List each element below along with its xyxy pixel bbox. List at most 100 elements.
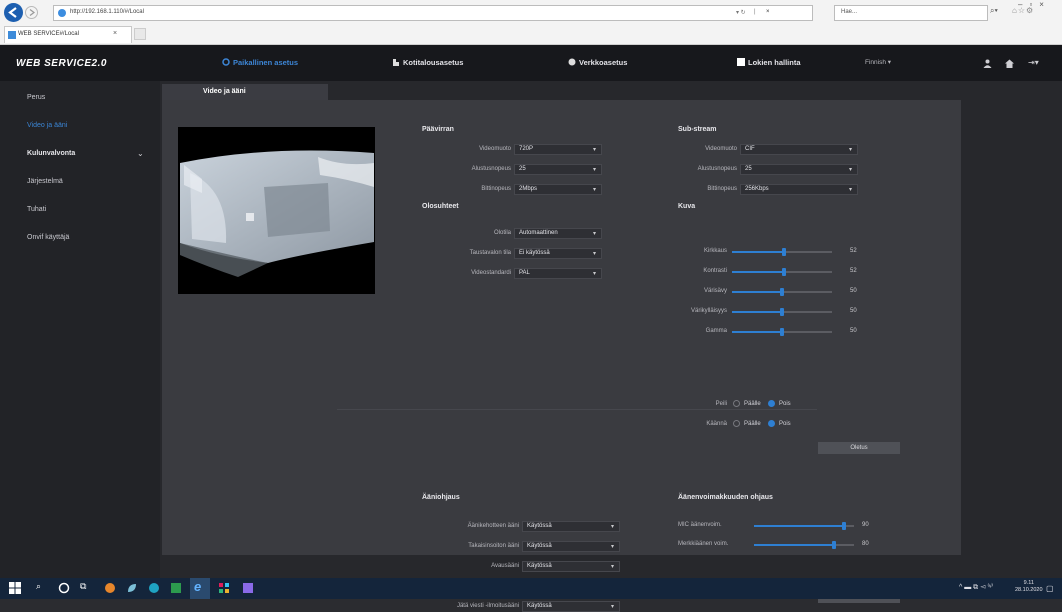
caret-down-icon: ▾ <box>592 271 596 277</box>
audio-setting-select[interactable]: Käytössä ▾ <box>522 521 620 532</box>
volume-slider[interactable] <box>754 522 854 530</box>
user-icon[interactable] <box>983 59 992 68</box>
notifications-icon[interactable]: ▢ <box>1046 584 1054 593</box>
sidebar-item-access-control[interactable]: Kulunvalvonta <box>27 150 75 157</box>
volume-slider-label: Merkkiäänen voim. <box>678 541 729 547</box>
address-bar[interactable]: http://192.168.1.110/#/Local ▾ ↻ | × <box>53 5 813 21</box>
nav-local-settings[interactable]: Paikallinen asetus <box>222 58 298 67</box>
caret-down-icon: ▾ <box>610 604 614 610</box>
main-framerate-select[interactable]: 25 ▾ <box>514 164 602 175</box>
windows-start-icon[interactable] <box>9 582 21 594</box>
caret-down-icon: ▾ <box>592 251 596 257</box>
sub-format-select[interactable]: CIF ▾ <box>740 144 858 155</box>
app-logo: WEB SERVICE2.0 <box>16 58 107 69</box>
sidebar: Perus Video ja ääni Kulunvalvonta ⌄ Järj… <box>0 81 160 578</box>
image-slider[interactable] <box>732 248 832 256</box>
image-slider[interactable] <box>732 308 832 316</box>
search-input[interactable]: Hae... <box>841 9 857 15</box>
slider-handle[interactable] <box>780 288 784 296</box>
main-format-select[interactable]: 720P ▾ <box>514 144 602 155</box>
caret-down-icon: ▾ <box>592 167 596 173</box>
image-default-button[interactable]: Oletus <box>818 442 900 454</box>
sidebar-item-tuhati[interactable]: Tuhati <box>27 206 46 213</box>
cortana-icon[interactable] <box>58 582 70 594</box>
tab-favicon-icon <box>8 31 16 39</box>
slider-handle[interactable] <box>782 268 786 276</box>
volume-slider-value: 80 <box>862 541 869 547</box>
tab-video-audio[interactable]: Video ja ääni <box>162 84 328 100</box>
building-icon <box>393 59 399 66</box>
tab-close-icon[interactable]: × <box>113 30 117 37</box>
sidebar-item-video-audio[interactable]: Video ja ääni <box>27 122 67 129</box>
nav-log-management[interactable]: Lokien hallinta <box>737 58 801 67</box>
search-icon[interactable]: ⌕▾ <box>990 6 998 16</box>
audio-setting-select[interactable]: Käytössä ▾ <box>522 561 620 572</box>
slider-handle[interactable] <box>782 248 786 256</box>
back-button[interactable] <box>4 3 23 22</box>
tray-clock[interactable]: 9.11 28.10.2020 <box>1015 580 1043 594</box>
app-icon-leaf[interactable] <box>126 582 138 594</box>
slider-handle[interactable] <box>780 308 784 316</box>
conditions-title: Olosuhteet <box>422 203 459 210</box>
mode-select[interactable]: Automaattinen ▾ <box>514 228 602 239</box>
audio-setting-select[interactable]: Käytössä ▾ <box>522 601 620 612</box>
sidebar-item-basic[interactable]: Perus <box>27 94 45 101</box>
new-tab-button[interactable] <box>134 28 146 40</box>
mirror-on-radio[interactable] <box>733 400 740 407</box>
sidebar-item-onvif-user[interactable]: Onvif käyttäjä <box>27 234 69 241</box>
task-view-icon[interactable]: ⧉ <box>80 581 86 592</box>
sub-stream-title: Sub-stream <box>678 126 717 133</box>
address-close-icon[interactable]: × <box>766 9 770 15</box>
slider-handle[interactable] <box>832 541 836 549</box>
app-icon-slack[interactable] <box>218 582 230 594</box>
forward-button[interactable] <box>25 6 38 19</box>
video-standard-select[interactable]: PAL ▾ <box>514 268 602 279</box>
mirror-off-radio[interactable] <box>768 400 775 407</box>
image-slider[interactable] <box>732 288 832 296</box>
window-controls[interactable]: –▫× <box>1018 0 1051 9</box>
video-standard-value: PAL <box>519 270 530 276</box>
flip-off-radio[interactable] <box>768 420 775 427</box>
taskbar-active-ie[interactable]: e <box>190 578 210 599</box>
app-icon-teal[interactable] <box>148 582 160 594</box>
home-icon[interactable] <box>1005 59 1014 68</box>
browser-tab[interactable]: WEB SERVICE#/Local × <box>4 26 132 43</box>
ie-page-icon <box>58 9 66 17</box>
main-bitrate-select[interactable]: 2Mbps ▾ <box>514 184 602 195</box>
system-tray-icons[interactable]: ^ ▬ ⧉ ◅ ⁽ᵛ⁾ <box>959 584 993 592</box>
caret-down-icon: ▾ <box>610 544 614 550</box>
image-slider[interactable] <box>732 268 832 276</box>
caret-down-icon: ▾ <box>592 147 596 153</box>
language-select[interactable]: Finnish ▾ <box>865 58 891 66</box>
clock-time: 9.11 <box>1023 580 1034 586</box>
search-icon[interactable]: ⌕ <box>36 581 41 592</box>
sub-bitrate-select[interactable]: 256Kbps ▾ <box>740 184 858 195</box>
nav-home-settings[interactable]: Kotitalousasetus <box>392 58 463 67</box>
backlight-select[interactable]: Ei käytössä ▾ <box>514 248 602 259</box>
language-label: Finnish <box>865 59 886 66</box>
volume-slider[interactable] <box>754 541 854 549</box>
app-icon-green[interactable] <box>170 582 182 594</box>
refresh-icon[interactable]: ▾ ↻ <box>736 9 746 16</box>
caret-down-icon: ▾ <box>848 147 852 153</box>
main-bitrate-value: 2Mbps <box>519 186 538 192</box>
mirror-on-label: Päälle <box>744 401 761 407</box>
chevron-down-icon[interactable]: ⌄ <box>137 149 144 158</box>
audio-setting-select[interactable]: Käytössä ▾ <box>522 541 620 552</box>
slider-handle[interactable] <box>780 328 784 336</box>
logout-icon[interactable]: ⇥▾ <box>1028 58 1039 67</box>
nav-network-settings[interactable]: Verkkoasetus <box>568 58 627 67</box>
image-slider-value: 52 <box>850 268 857 274</box>
gear-icon <box>222 58 230 66</box>
sub-framerate-select[interactable]: 25 ▾ <box>740 164 858 175</box>
log-icon <box>737 58 745 66</box>
search-box[interactable]: Hae... <box>834 5 988 21</box>
main-framerate-value: 25 <box>519 166 526 172</box>
flip-on-radio[interactable] <box>733 420 740 427</box>
image-slider[interactable] <box>732 328 832 336</box>
slider-handle[interactable] <box>842 522 846 530</box>
app-icon-orange[interactable] <box>104 582 116 594</box>
sidebar-item-system[interactable]: Järjestelmä <box>27 178 63 185</box>
main-bitrate-label: Bittinopeus <box>481 186 511 192</box>
app-icon-purple[interactable] <box>242 582 254 594</box>
